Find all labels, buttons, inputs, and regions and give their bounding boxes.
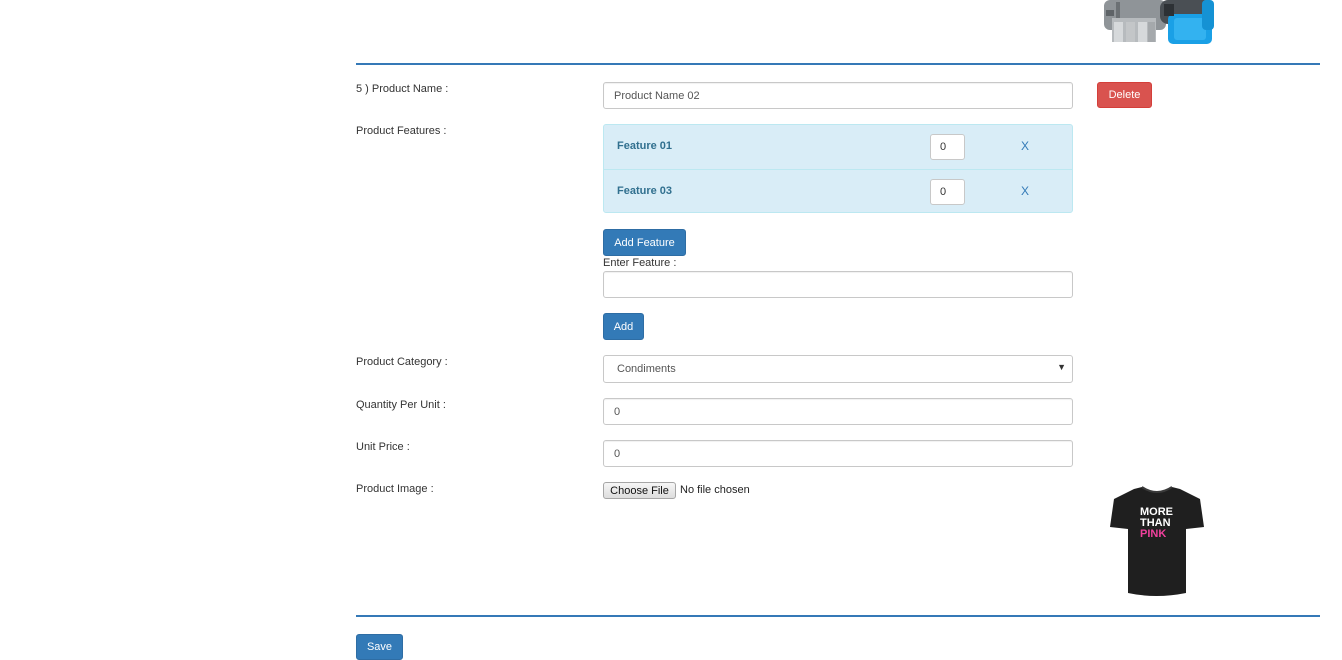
feature-row: Feature 03 X (604, 169, 1072, 214)
feature-name: Feature 03 (617, 185, 673, 197)
product-features-label: Product Features : (356, 125, 447, 137)
product-category-value: Condiments (617, 363, 676, 375)
feature-quantity-input[interactable] (930, 179, 965, 205)
enter-feature-label: Enter Feature : (603, 257, 677, 269)
product-name-label: 5 ) Product Name : (356, 83, 449, 95)
remove-feature-close-icon[interactable]: X (1021, 139, 1029, 153)
feature-name: Feature 01 (617, 140, 673, 152)
quantity-per-unit-input[interactable] (603, 398, 1073, 425)
delete-product-button[interactable]: Delete (1097, 82, 1152, 108)
product-category-label: Product Category : (356, 356, 448, 368)
quantity-per-unit-label: Quantity Per Unit : (356, 399, 446, 411)
enter-feature-input[interactable] (603, 271, 1073, 298)
watch-image (1104, 0, 1214, 44)
feature-quantity-input[interactable] (930, 134, 965, 160)
product-image-preview: MORE THAN PINK (1108, 485, 1206, 599)
unit-price-label: Unit Price : (356, 441, 410, 453)
save-button[interactable]: Save (356, 634, 403, 660)
chevron-down-icon: ▼ (1057, 362, 1066, 372)
tshirt-text-line-3: PINK (1140, 528, 1166, 540)
choose-file-button[interactable]: Choose File (603, 482, 676, 499)
previous-product-image (1098, 0, 1216, 46)
unit-price-input[interactable] (603, 440, 1073, 467)
add-feature-button[interactable]: Add Feature (603, 229, 686, 256)
feature-list: Feature 01 X Feature 03 X (603, 124, 1073, 213)
feature-row: Feature 01 X (604, 125, 1072, 169)
file-status-text: No file chosen (680, 484, 750, 496)
product-category-select[interactable]: Condiments ▼ (603, 355, 1073, 383)
product-name-input[interactable] (603, 82, 1073, 109)
tshirt-image: MORE THAN PINK (1110, 486, 1204, 596)
section-divider-bottom (356, 615, 1320, 617)
product-image-label: Product Image : (356, 483, 434, 495)
remove-feature-close-icon[interactable]: X (1021, 184, 1029, 198)
add-button[interactable]: Add (603, 313, 644, 340)
section-divider-top (356, 63, 1320, 65)
